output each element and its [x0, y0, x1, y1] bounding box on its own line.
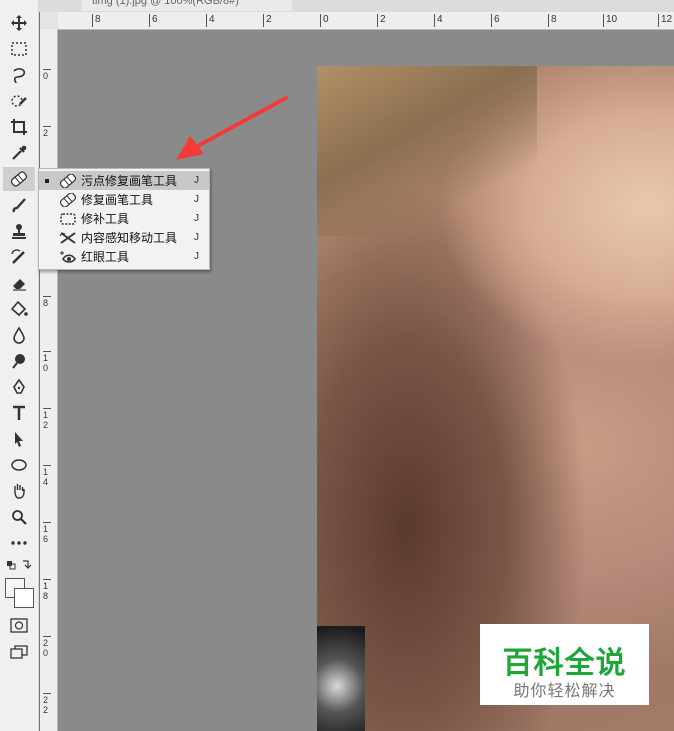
patch-tool-icon — [59, 211, 77, 227]
ruler-origin[interactable] — [40, 12, 58, 30]
selected-bullet-icon — [45, 178, 49, 183]
zoom-tool-icon[interactable] — [3, 505, 35, 529]
tools-panel — [0, 0, 39, 731]
quick-mask-icon[interactable] — [3, 614, 35, 638]
watermark-subtitle: 助你轻松解决 — [513, 683, 616, 700]
menu-item-label: 修补工具 — [81, 212, 130, 226]
ruler-tick: 4 — [434, 14, 443, 27]
menu-item-label: 内容感知移动工具 — [81, 231, 178, 245]
watermark-title: 百科全说 — [502, 647, 627, 680]
healing-brush-icon — [59, 192, 77, 208]
eraser-icon[interactable] — [3, 271, 35, 295]
menu-item-label: 修复画笔工具 — [81, 193, 154, 207]
swap-colors-icon[interactable] — [3, 556, 35, 574]
screen-mode-icon[interactable] — [3, 640, 35, 664]
background-color-swatch[interactable] — [14, 588, 34, 608]
ruler-tick: 0 — [320, 14, 329, 27]
ruler-tick: 18 — [43, 579, 51, 601]
ruler-tick: 4 — [206, 14, 215, 27]
path-selection-icon[interactable] — [3, 427, 35, 451]
ruler-tick: 12 — [658, 14, 672, 27]
quick-selection-icon[interactable] — [3, 89, 35, 113]
menu-item-spot-healing-brush[interactable]: 污点修复画笔工具 J — [39, 171, 209, 190]
menu-item-label: 污点修复画笔工具 — [81, 174, 178, 188]
ruler-tick: 8 — [43, 296, 51, 308]
ruler-tick: 12 — [43, 408, 51, 430]
red-eye-icon — [59, 249, 77, 265]
content-aware-move-icon — [59, 230, 77, 246]
hand-tool-icon[interactable] — [3, 479, 35, 503]
ruler-tick: 8 — [92, 14, 101, 27]
move-tool-icon[interactable] — [3, 11, 35, 35]
menu-item-healing-brush[interactable]: 修复画笔工具 J — [39, 190, 209, 209]
ruler-tick: 6 — [491, 14, 500, 27]
earring-area — [317, 626, 365, 731]
menu-item-shortcut: J — [194, 213, 199, 224]
ruler-tick: 2 — [43, 126, 51, 138]
healing-brush-icon[interactable] — [3, 167, 35, 191]
lasso-tool-icon[interactable] — [3, 63, 35, 87]
blur-drop-icon[interactable] — [3, 323, 35, 347]
history-brush-icon[interactable] — [3, 245, 35, 269]
menu-item-label: 红眼工具 — [81, 250, 130, 264]
eyedropper-icon[interactable] — [3, 141, 35, 165]
ruler-tick: 0 — [43, 69, 51, 81]
paint-bucket-icon[interactable] — [3, 297, 35, 321]
dodge-tool-icon[interactable] — [3, 349, 35, 373]
menu-item-shortcut: J — [194, 232, 199, 243]
menu-item-red-eye-tool[interactable]: 红眼工具 J — [39, 247, 209, 266]
brush-tool-icon[interactable] — [3, 193, 35, 217]
crop-tool-icon[interactable] — [3, 115, 35, 139]
more-tools-icon[interactable] — [3, 531, 35, 555]
spot-healing-brush-icon — [59, 173, 77, 189]
menu-item-shortcut: J — [194, 175, 199, 186]
ruler-tick: 14 — [43, 465, 51, 487]
annotation-arrow-icon — [176, 96, 288, 160]
menu-item-shortcut: J — [194, 251, 199, 262]
clone-stamp-icon[interactable] — [3, 219, 35, 243]
ruler-tick: 16 — [43, 522, 51, 544]
ruler-tick: 10 — [43, 351, 51, 373]
document-tab[interactable]: timg (1).jpg @ 100%(RGB/8#) — [82, 0, 292, 11]
ruler-tick: 20 — [43, 636, 51, 658]
hair-area — [317, 66, 537, 236]
ruler-tick: 8 — [548, 14, 557, 27]
ruler-tick: 22 — [43, 693, 51, 715]
marquee-tool-icon[interactable] — [3, 37, 35, 61]
vertical-ruler[interactable]: 0 2 4 6 8 10 12 14 16 18 20 22 — [40, 29, 58, 731]
menu-item-shortcut: J — [194, 194, 199, 205]
watermark-logo: 百科全说 助你轻松解决 — [480, 624, 649, 705]
ruler-tick: 6 — [149, 14, 158, 27]
document-tab-bar: timg (1).jpg @ 100%(RGB/8#) — [38, 0, 674, 12]
ruler-tick: 2 — [377, 14, 386, 27]
ellipse-tool-icon[interactable] — [3, 453, 35, 477]
ruler-tick: 10 — [603, 14, 617, 27]
ruler-tick: 2 — [263, 14, 272, 27]
menu-item-content-aware-move[interactable]: 内容感知移动工具 J — [39, 228, 209, 247]
pen-tool-icon[interactable] — [3, 375, 35, 399]
menu-item-patch-tool[interactable]: 修补工具 J — [39, 209, 209, 228]
healing-tools-flyout-menu: 污点修复画笔工具 J 修复画笔工具 J 修补工具 J 内容感知移动工具 J 红眼… — [38, 168, 210, 270]
type-tool-icon[interactable] — [3, 401, 35, 425]
horizontal-ruler[interactable]: 8 6 4 2 0 2 4 6 8 10 12 — [58, 12, 674, 30]
